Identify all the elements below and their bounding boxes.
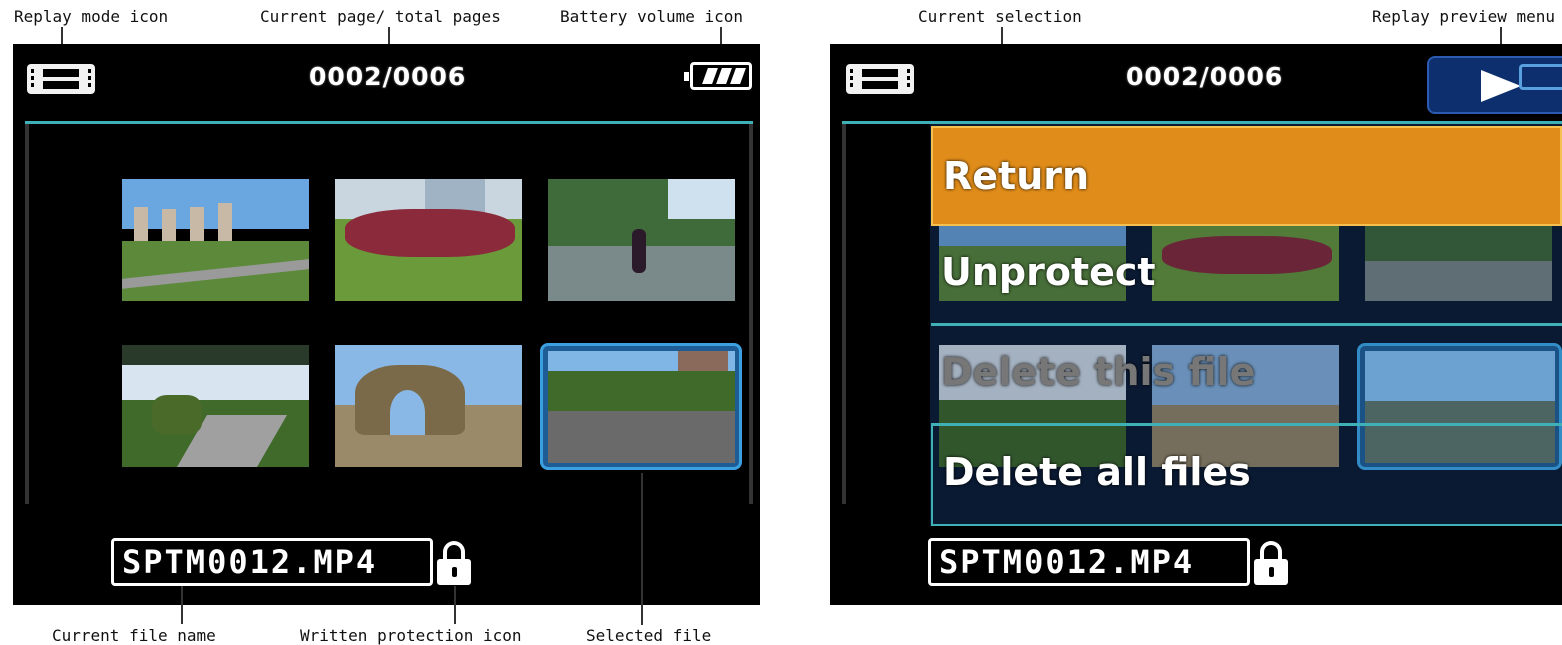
panel-left-edge bbox=[25, 124, 29, 504]
pointer-line bbox=[454, 586, 456, 624]
menu-item-unprotect[interactable]: Unprotect bbox=[931, 226, 1562, 326]
thumbnail-4[interactable] bbox=[122, 345, 309, 467]
pointer-line bbox=[641, 473, 643, 625]
menu-item-delete-all-files[interactable]: Delete all files bbox=[931, 426, 1562, 526]
page-counter: 0002/0006 bbox=[309, 62, 467, 91]
replay-mode-icon bbox=[846, 64, 914, 94]
label-current-selection: Current selection bbox=[918, 7, 1082, 26]
thumbnail-1[interactable] bbox=[122, 179, 309, 301]
label-battery-icon: Battery volume icon bbox=[560, 7, 744, 26]
label-current-file-name: Current file name bbox=[52, 626, 216, 645]
label-replay-preview-menu: Replay preview menu bbox=[1372, 7, 1556, 26]
panel-divider bbox=[25, 121, 753, 124]
label-write-protection-icon: Written protection icon bbox=[300, 626, 522, 645]
thumbnail-6[interactable] bbox=[548, 351, 735, 463]
replay-preview-menu-button[interactable] bbox=[1427, 56, 1562, 114]
pointer-line bbox=[181, 586, 183, 624]
menu-item-delete-this-file[interactable]: Delete this file bbox=[931, 326, 1562, 426]
label-replay-mode-icon: Replay mode icon bbox=[14, 7, 169, 26]
write-protection-lock-icon bbox=[1254, 541, 1288, 585]
thumbnail-5[interactable] bbox=[335, 345, 522, 467]
left-screen: 0002/0006 SPTM0012.MP4 bbox=[13, 44, 760, 605]
right-screen: 0002/0006 Return Unprotect Delete this f… bbox=[830, 44, 1562, 605]
menu-item-label: Delete this file bbox=[941, 350, 1256, 394]
current-file-name: SPTM0012.MP4 bbox=[111, 538, 433, 586]
menu-item-label: Delete all files bbox=[943, 450, 1251, 494]
current-file-name: SPTM0012.MP4 bbox=[928, 538, 1250, 586]
battery-icon bbox=[1519, 64, 1562, 90]
menu-item-label: Return bbox=[943, 154, 1090, 198]
panel-right-edge bbox=[749, 124, 753, 504]
write-protection-lock-icon bbox=[437, 541, 471, 585]
menu-item-label: Unprotect bbox=[941, 250, 1156, 294]
thumbnail-3[interactable] bbox=[548, 179, 735, 301]
replay-mode-icon bbox=[27, 64, 95, 94]
thumbnail-2[interactable] bbox=[335, 179, 522, 301]
label-selected-file: Selected file bbox=[586, 626, 712, 645]
battery-icon bbox=[684, 62, 752, 90]
panel-left-edge bbox=[842, 124, 846, 504]
page-counter: 0002/0006 bbox=[1126, 62, 1284, 91]
menu-item-return[interactable]: Return bbox=[931, 126, 1562, 226]
label-current-page: Current page/ total pages bbox=[260, 7, 501, 26]
